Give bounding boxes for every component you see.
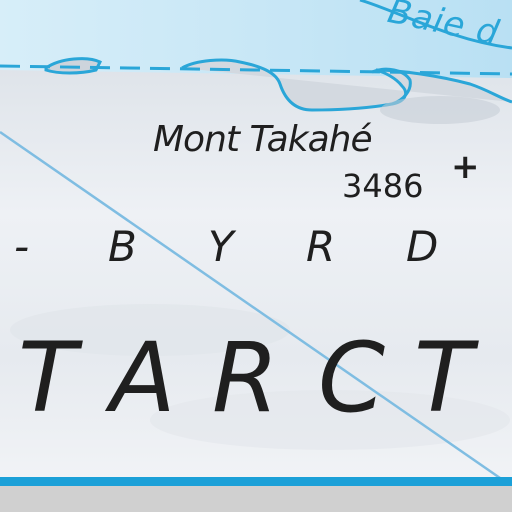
continent-letter-c: C (318, 322, 386, 434)
peak-marker-icon: + (451, 147, 480, 187)
region-letter-r: R (306, 222, 336, 271)
frame-line (0, 477, 512, 486)
region-letter-y: Y (208, 222, 234, 271)
peak-elevation-label: 3486 (342, 167, 424, 205)
region-letter-d: D (406, 222, 439, 271)
continent-letter-a: A (110, 322, 176, 434)
continent-letter-r: R (212, 322, 279, 434)
continent-letter-t2: T (414, 322, 473, 434)
terrain-shade-1 (380, 96, 500, 124)
bottom-strip (0, 486, 512, 512)
map-view[interactable]: Baie d Mont Takahé 3486 + - B Y R D T A … (0, 0, 512, 512)
continent-letter-t1: T (18, 322, 77, 434)
region-letter-dash: - (14, 222, 30, 271)
peak-name-label: Mont Takahé (153, 119, 373, 160)
region-letter-b: B (108, 222, 137, 271)
